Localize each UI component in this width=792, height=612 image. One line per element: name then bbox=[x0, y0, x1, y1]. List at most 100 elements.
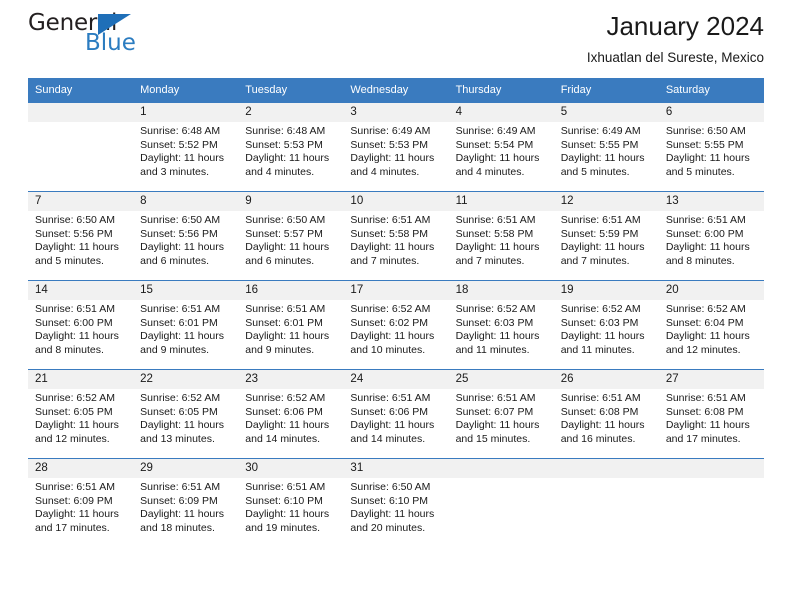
page-title: January 2024 bbox=[606, 11, 764, 41]
calendar-day-cell[interactable]: 31 Sunrise: 6:50 AM Sunset: 6:10 PM Dayligh… bbox=[343, 458, 449, 547]
sunrise-text: Sunrise: 6:51 AM bbox=[665, 214, 746, 226]
calendar-day-cell[interactable]: 28 Sunrise: 6:51 AM Sunset: 6:09 PM Dayligh… bbox=[28, 458, 134, 547]
calendar-day-cell[interactable]: 20 Sunrise: 6:52 AM Sunset: 6:04 PM Dayligh… bbox=[658, 280, 764, 370]
sunrise-text: Sunrise: 6:51 AM bbox=[455, 214, 536, 226]
sunrise-text: Sunrise: 6:49 AM bbox=[350, 125, 431, 137]
day-cell-inner: 25 Sunrise: 6:51 AM Sunset: 6:07 PM Dayligh… bbox=[448, 370, 554, 458]
daylight-text: Daylight: 11 hours and 3 minutes. bbox=[140, 152, 224, 178]
sunset-text: Sunset: 6:09 PM bbox=[140, 494, 218, 507]
daylight-text: Daylight: 11 hours and 11 minutes. bbox=[560, 330, 645, 356]
daylight-text: Daylight: 11 hours and 6 minutes. bbox=[245, 241, 330, 267]
day-details: Sunrise: 6:51 AM Sunset: 6:07 PM Daylight:… bbox=[449, 389, 554, 446]
sunset-text: Sunset: 5:53 PM bbox=[245, 138, 323, 151]
day-cell-inner bbox=[28, 103, 134, 191]
day-details: Sunrise: 6:51 AM Sunset: 6:01 PM Daylight:… bbox=[133, 300, 238, 357]
calendar-day-cell[interactable]: 17 Sunrise: 6:52 AM Sunset: 6:02 PM Dayligh… bbox=[343, 280, 449, 370]
daylight-text: Daylight: 11 hours and 12 minutes. bbox=[665, 330, 750, 356]
calendar-day-cell[interactable]: 7 Sunrise: 6:50 AM Sunset: 5:56 PM Daylight… bbox=[28, 191, 134, 281]
calendar-day-cell[interactable]: 30 Sunrise: 6:51 AM Sunset: 6:10 PM Dayligh… bbox=[238, 458, 344, 547]
calendar-day-cell[interactable]: 21 Sunrise: 6:52 AM Sunset: 6:05 PM Dayligh… bbox=[28, 369, 134, 459]
weekday-header-row: Sunday Monday Tuesday Wednesday Thursday… bbox=[28, 78, 764, 103]
calendar-day-cell[interactable]: 9 Sunrise: 6:50 AM Sunset: 5:57 PM Daylight… bbox=[238, 191, 344, 281]
calendar-day-cell[interactable]: 2 Sunrise: 6:48 AM Sunset: 5:53 PM Daylight… bbox=[238, 102, 344, 192]
weekday-header-wednesday: Wednesday bbox=[343, 78, 449, 103]
sunset-text: Sunset: 5:53 PM bbox=[350, 138, 429, 151]
calendar-day-cell[interactable]: 22 Sunrise: 6:52 AM Sunset: 6:05 PM Dayligh… bbox=[133, 369, 239, 459]
sunrise-text: Sunrise: 6:51 AM bbox=[245, 303, 326, 315]
calendar-day-cell[interactable]: 19 Sunrise: 6:52 AM Sunset: 6:03 PM Dayligh… bbox=[553, 280, 659, 370]
calendar-day-cell[interactable]: 16 Sunrise: 6:51 AM Sunset: 6:01 PM Dayligh… bbox=[238, 280, 344, 370]
day-cell-inner: 30 Sunrise: 6:51 AM Sunset: 6:10 PM Dayligh… bbox=[238, 459, 344, 547]
daylight-text: Daylight: 11 hours and 4 minutes. bbox=[245, 152, 330, 178]
day-cell-inner: 11 Sunrise: 6:51 AM Sunset: 5:58 PM Dayligh… bbox=[448, 192, 554, 280]
calendar-day-cell[interactable]: 11 Sunrise: 6:51 AM Sunset: 5:58 PM Dayligh… bbox=[448, 191, 554, 281]
day-number bbox=[28, 103, 134, 122]
calendar-day-cell[interactable]: 13 Sunrise: 6:51 AM Sunset: 6:00 PM Dayligh… bbox=[658, 191, 764, 281]
daylight-text: Daylight: 11 hours and 9 minutes. bbox=[245, 330, 330, 356]
calendar-day-cell[interactable]: 5 Sunrise: 6:49 AM Sunset: 5:55 PM Daylight… bbox=[553, 102, 659, 192]
day-cell-inner: 22 Sunrise: 6:52 AM Sunset: 6:05 PM Dayligh… bbox=[133, 370, 239, 458]
calendar-day-cell[interactable]: 6 Sunrise: 6:50 AM Sunset: 5:55 PM Daylight… bbox=[658, 102, 764, 192]
daylight-text: Daylight: 11 hours and 15 minutes. bbox=[455, 419, 540, 445]
day-details: Sunrise: 6:51 AM Sunset: 6:08 PM Daylight:… bbox=[554, 389, 659, 446]
calendar-day-cell-empty bbox=[28, 102, 134, 192]
calendar-day-cell[interactable]: 3 Sunrise: 6:49 AM Sunset: 5:53 PM Daylight… bbox=[343, 102, 449, 192]
day-number: 21 bbox=[28, 370, 134, 389]
calendar-day-cell[interactable]: 24 Sunrise: 6:51 AM Sunset: 6:06 PM Dayligh… bbox=[343, 369, 449, 459]
day-details: Sunrise: 6:51 AM Sunset: 6:00 PM Daylight:… bbox=[659, 211, 764, 268]
day-number: 12 bbox=[553, 192, 659, 211]
day-details: Sunrise: 6:51 AM Sunset: 6:01 PM Daylight:… bbox=[238, 300, 343, 357]
daylight-text: Daylight: 11 hours and 4 minutes. bbox=[350, 152, 435, 178]
calendar-day-cell[interactable]: 23 Sunrise: 6:52 AM Sunset: 6:06 PM Dayligh… bbox=[238, 369, 344, 459]
day-cell-inner: 10 Sunrise: 6:51 AM Sunset: 5:58 PM Dayligh… bbox=[343, 192, 449, 280]
sunrise-text: Sunrise: 6:51 AM bbox=[665, 392, 746, 404]
calendar-day-cell[interactable]: 4 Sunrise: 6:49 AM Sunset: 5:54 PM Daylight… bbox=[448, 102, 554, 192]
day-cell-inner: 4 Sunrise: 6:49 AM Sunset: 5:54 PM Daylight… bbox=[448, 103, 554, 191]
day-cell-inner: 16 Sunrise: 6:51 AM Sunset: 6:01 PM Dayligh… bbox=[238, 281, 344, 369]
general-blue-logo[interactable]: General Blue bbox=[28, 12, 158, 62]
sunrise-text: Sunrise: 6:50 AM bbox=[350, 481, 431, 493]
day-details: Sunrise: 6:48 AM Sunset: 5:53 PM Daylight:… bbox=[238, 122, 343, 179]
calendar-day-cell[interactable]: 8 Sunrise: 6:50 AM Sunset: 5:56 PM Daylight… bbox=[133, 191, 239, 281]
sunset-text: Sunset: 6:01 PM bbox=[140, 316, 218, 329]
day-number bbox=[658, 459, 764, 478]
calendar-day-cell[interactable]: 14 Sunrise: 6:51 AM Sunset: 6:00 PM Dayligh… bbox=[28, 280, 134, 370]
sunrise-text: Sunrise: 6:52 AM bbox=[350, 303, 431, 315]
calendar-day-cell[interactable]: 18 Sunrise: 6:52 AM Sunset: 6:03 PM Dayligh… bbox=[448, 280, 554, 370]
sunset-text: Sunset: 6:00 PM bbox=[35, 316, 113, 329]
calendar-day-cell[interactable]: 25 Sunrise: 6:51 AM Sunset: 6:07 PM Dayligh… bbox=[448, 369, 554, 459]
day-details: Sunrise: 6:50 AM Sunset: 5:55 PM Daylight:… bbox=[659, 122, 764, 179]
day-cell-inner: 23 Sunrise: 6:52 AM Sunset: 6:06 PM Dayligh… bbox=[238, 370, 344, 458]
daylight-text: Daylight: 11 hours and 13 minutes. bbox=[140, 419, 224, 445]
day-cell-inner: 5 Sunrise: 6:49 AM Sunset: 5:55 PM Daylight… bbox=[553, 103, 659, 191]
calendar-day-cell[interactable]: 27 Sunrise: 6:51 AM Sunset: 6:08 PM Dayligh… bbox=[658, 369, 764, 459]
day-number: 25 bbox=[448, 370, 554, 389]
day-cell-inner: 15 Sunrise: 6:51 AM Sunset: 6:01 PM Dayligh… bbox=[133, 281, 239, 369]
calendar-week-row: 7 Sunrise: 6:50 AM Sunset: 5:56 PM Daylight… bbox=[28, 191, 764, 281]
day-details: Sunrise: 6:50 AM Sunset: 5:56 PM Daylight:… bbox=[28, 211, 133, 268]
daylight-text: Daylight: 11 hours and 16 minutes. bbox=[560, 419, 645, 445]
sunrise-text: Sunrise: 6:51 AM bbox=[350, 392, 431, 404]
day-details: Sunrise: 6:52 AM Sunset: 6:03 PM Daylight:… bbox=[449, 300, 554, 357]
sunset-text: Sunset: 5:52 PM bbox=[140, 138, 218, 151]
day-number: 8 bbox=[133, 192, 239, 211]
day-details: Sunrise: 6:52 AM Sunset: 6:06 PM Daylight:… bbox=[238, 389, 343, 446]
day-cell-inner: 2 Sunrise: 6:48 AM Sunset: 5:53 PM Daylight… bbox=[238, 103, 344, 191]
day-details: Sunrise: 6:52 AM Sunset: 6:02 PM Daylight:… bbox=[343, 300, 448, 357]
sunset-text: Sunset: 5:58 PM bbox=[455, 227, 534, 240]
day-number: 28 bbox=[28, 459, 134, 478]
calendar-day-cell[interactable]: 1 Sunrise: 6:48 AM Sunset: 5:52 PM Daylight… bbox=[133, 102, 239, 192]
sunrise-text: Sunrise: 6:52 AM bbox=[665, 303, 746, 315]
sunrise-text: Sunrise: 6:48 AM bbox=[140, 125, 221, 137]
day-details: Sunrise: 6:51 AM Sunset: 6:08 PM Daylight:… bbox=[659, 389, 764, 446]
sunset-text: Sunset: 6:10 PM bbox=[245, 494, 323, 507]
day-number: 16 bbox=[238, 281, 344, 300]
calendar-day-cell[interactable]: 15 Sunrise: 6:51 AM Sunset: 6:01 PM Dayligh… bbox=[133, 280, 239, 370]
day-details: Sunrise: 6:51 AM Sunset: 5:58 PM Daylight:… bbox=[343, 211, 448, 268]
calendar-day-cell[interactable]: 12 Sunrise: 6:51 AM Sunset: 5:59 PM Dayligh… bbox=[553, 191, 659, 281]
day-number: 20 bbox=[658, 281, 764, 300]
calendar-day-cell[interactable]: 29 Sunrise: 6:51 AM Sunset: 6:09 PM Dayligh… bbox=[133, 458, 239, 547]
day-cell-inner: 18 Sunrise: 6:52 AM Sunset: 6:03 PM Dayligh… bbox=[448, 281, 554, 369]
calendar-day-cell[interactable]: 26 Sunrise: 6:51 AM Sunset: 6:08 PM Dayligh… bbox=[553, 369, 659, 459]
calendar-day-cell[interactable]: 10 Sunrise: 6:51 AM Sunset: 5:58 PM Dayligh… bbox=[343, 191, 449, 281]
